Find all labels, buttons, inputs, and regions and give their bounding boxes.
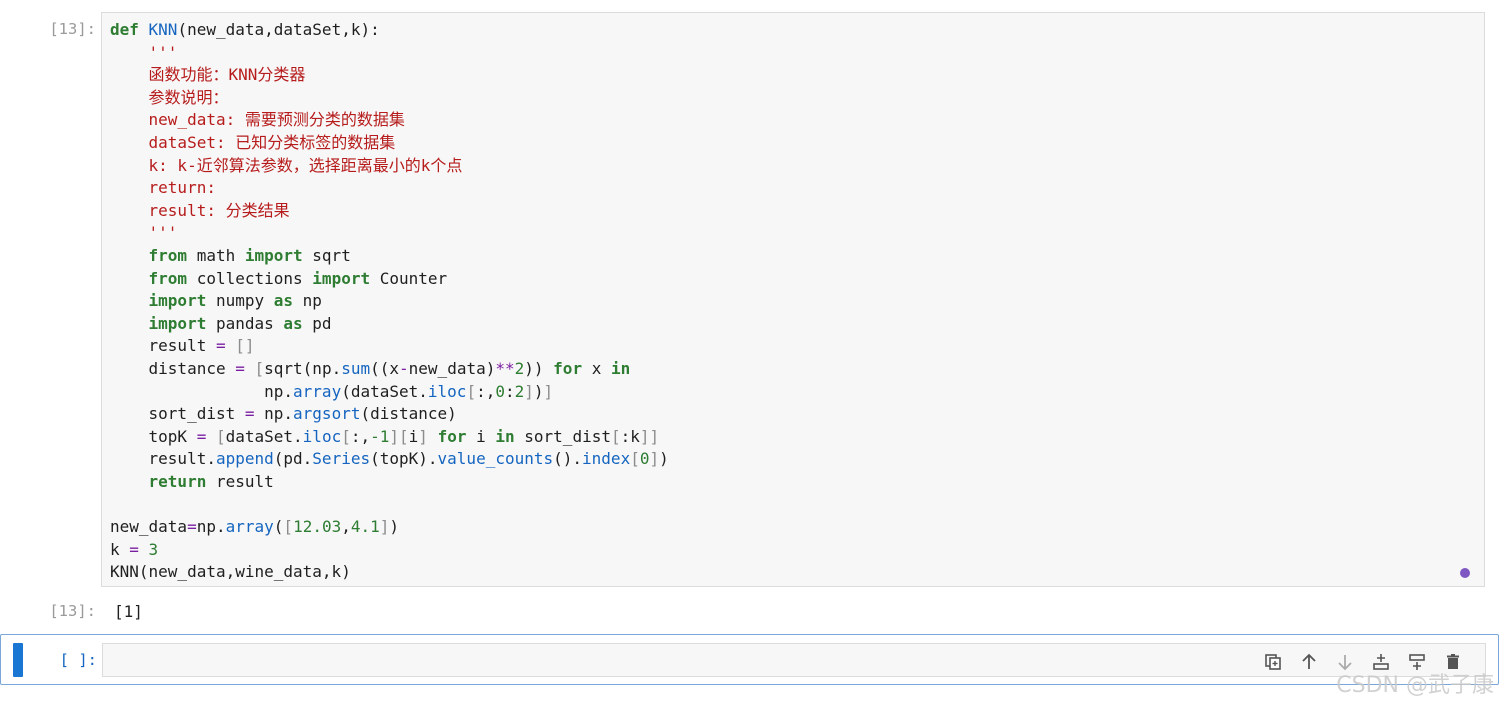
code-line: result = [] [110,336,255,356]
cell-modified-indicator [1460,568,1470,578]
code-line: dataSet: 已知分类标签的数据集 [110,132,396,152]
code-line: KNN(new_data,wine_data,k) [110,562,351,582]
code-line: import pandas as pd [148,313,332,333]
code-line: from math import sqrt [148,245,351,265]
empty-code-editor[interactable] [102,643,1486,677]
code-line: result: 分类结果 [110,200,290,220]
move-up-icon [1302,653,1316,669]
code-line: distance = [sqrt(np.sum((x-new_data)**2)… [110,358,631,378]
code-line: result.append(pd.Series(topK).value_coun… [110,449,669,469]
code-line: k = 3 [110,539,159,559]
code-editor[interactable]: def KNN(new_data,dataSet,k): ''' 函数功能：KN… [101,12,1485,587]
active-code-cell[interactable]: [ ]: [0,634,1499,685]
output-result: [1] [114,602,143,621]
code-line: import numpy as np [148,291,322,311]
code-line: from collections import Counter [148,268,448,288]
code-line: ''' [110,42,178,62]
code-line: return result [148,471,274,491]
duplicate-icon [1265,654,1281,670]
code-line: topK = [dataSet.iloc[:,-1][i] for i in s… [110,426,660,446]
input-prompt-empty: [ ]: [59,651,97,669]
code-line: np.array(dataSet.iloc[:,0:2])] [110,381,554,401]
move-up-button[interactable] [1297,650,1321,674]
code-line: sort_dist = np.argsort(distance) [110,404,457,424]
code-line: def KNN(new_data,dataSet,k): [110,20,380,39]
code-line: 函数功能：KNN分类器 [110,65,306,85]
code-line: 参数说明： [110,87,229,107]
watermark: CSDN @武子康 [1336,673,1494,698]
input-prompt: [13]: [49,20,96,38]
code-line: k: k-近邻算法参数，选择距离最小的k个点 [110,155,463,175]
code-line: new_data: 需要预测分类的数据集 [110,110,405,130]
code-line: return: [110,178,216,198]
output-prompt: [13]: [49,602,96,620]
code-content[interactable]: def KNN(new_data,dataSet,k): ''' 函数功能：KN… [110,19,669,584]
code-line: ''' [110,223,178,243]
code-line: new_data=np.array([12.03,4.1]) [110,517,400,537]
duplicate-cell-button[interactable] [1261,650,1285,674]
